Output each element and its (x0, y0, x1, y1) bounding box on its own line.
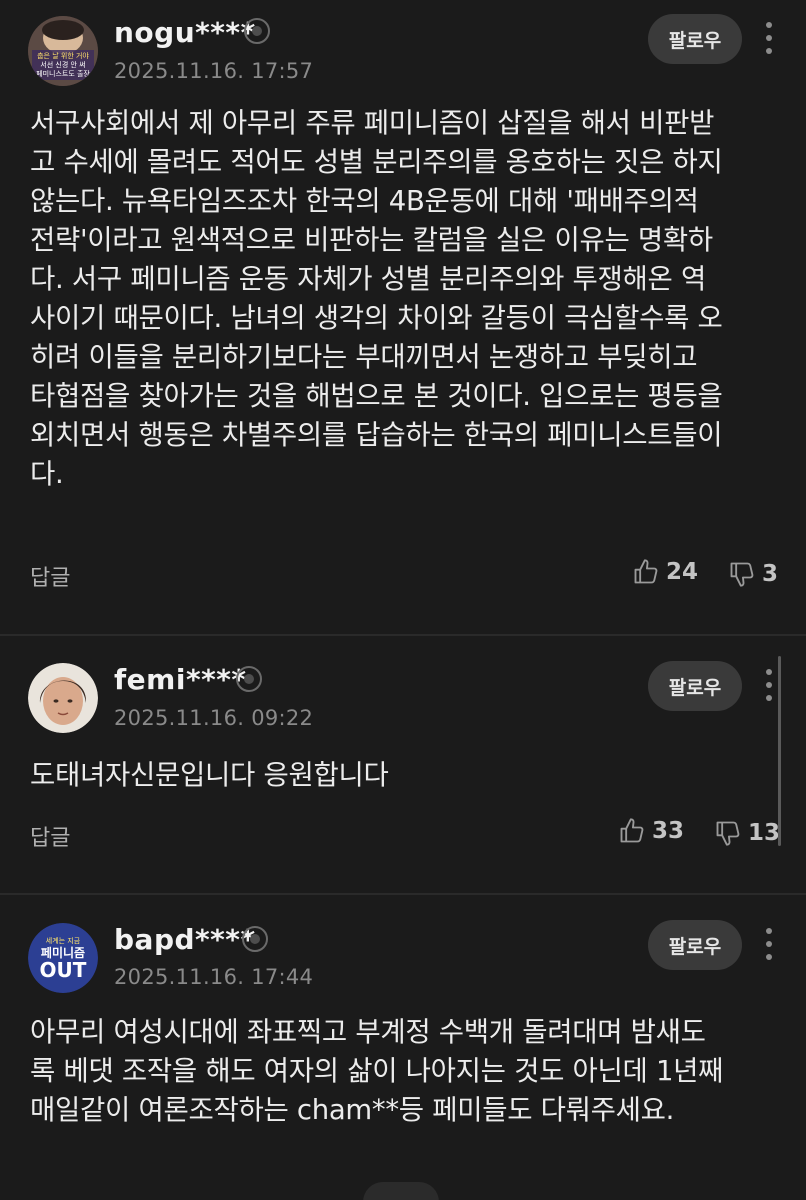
comment-body: 아무리 여성시대에 좌표찍고 부계정 수백개 돌려대며 밤새도록 베댓 조작을 … (30, 1016, 724, 1126)
comment-feed: 춥은 날 위한 거야 서선 신경 안 써 페미니스트도 출장 nogu**** … (0, 0, 806, 1200)
like-button[interactable]: 24 (632, 558, 698, 586)
timestamp: 2025.11.16. 17:57 (114, 59, 314, 83)
dislike-button[interactable]: 3 (728, 560, 778, 588)
avatar-caption-line: 세계는 지금 (46, 936, 81, 945)
scrollbar[interactable] (778, 656, 781, 846)
username[interactable]: nogu**** (114, 16, 256, 49)
like-button[interactable]: 33 (618, 817, 684, 845)
dislike-button[interactable]: 13 (714, 819, 780, 847)
more-vertical-icon[interactable] (760, 20, 778, 56)
avatar-image: 세계는 지금 페미니즘 OUT (28, 923, 98, 993)
comment-divider (0, 893, 806, 895)
reply-button[interactable]: 답글 (30, 560, 70, 592)
follow-button[interactable]: 팔로우 (648, 661, 742, 711)
thumbs-up-icon (634, 559, 658, 584)
username[interactable]: bapd**** (114, 923, 256, 956)
follow-button[interactable]: 팔로우 (648, 920, 742, 970)
thumbs-up-icon (620, 818, 644, 843)
verified-badge-icon (244, 18, 270, 44)
timestamp: 2025.11.16. 09:22 (114, 706, 314, 730)
comment-body: 서구사회에서 제 아무리 주류 페미니즘이 삽질을 해서 비판받고 수세에 몰려… (30, 107, 723, 490)
comment-divider (0, 634, 806, 636)
thumbs-down-icon (730, 562, 754, 587)
thumbs-down-icon (716, 821, 740, 846)
avatar-image (28, 663, 98, 733)
comment-body: 도태녀자신문입니다 응원합니다 (30, 759, 389, 791)
avatar[interactable] (28, 663, 98, 733)
scroll-to-top-button[interactable] (363, 1182, 439, 1200)
avatar-caption-line: 페미니스트도 출장 (36, 69, 90, 78)
follow-button[interactable]: 팔로우 (648, 14, 742, 64)
more-vertical-icon[interactable] (760, 926, 778, 962)
more-vertical-icon[interactable] (760, 667, 778, 703)
timestamp: 2025.11.16. 17:44 (114, 965, 314, 989)
avatar-image: 춥은 날 위한 거야 서선 신경 안 써 페미니스트도 출장 (28, 16, 98, 86)
avatar-caption-line: 춥은 날 위한 거야 (37, 51, 89, 60)
avatar-caption-line: OUT (40, 958, 87, 982)
verified-badge-icon (242, 926, 268, 952)
dislike-count: 3 (762, 561, 779, 587)
dislike-count: 13 (748, 820, 781, 846)
avatar[interactable]: 세계는 지금 페미니즘 OUT (28, 923, 98, 993)
avatar-caption-line: 서선 신경 안 써 (40, 60, 85, 69)
like-count: 33 (652, 818, 685, 844)
like-count: 24 (666, 559, 699, 585)
verified-badge-icon (236, 666, 262, 692)
avatar[interactable]: 춥은 날 위한 거야 서선 신경 안 써 페미니스트도 출장 (28, 16, 98, 86)
reply-button[interactable]: 답글 (30, 820, 70, 852)
username[interactable]: femi**** (114, 663, 247, 696)
